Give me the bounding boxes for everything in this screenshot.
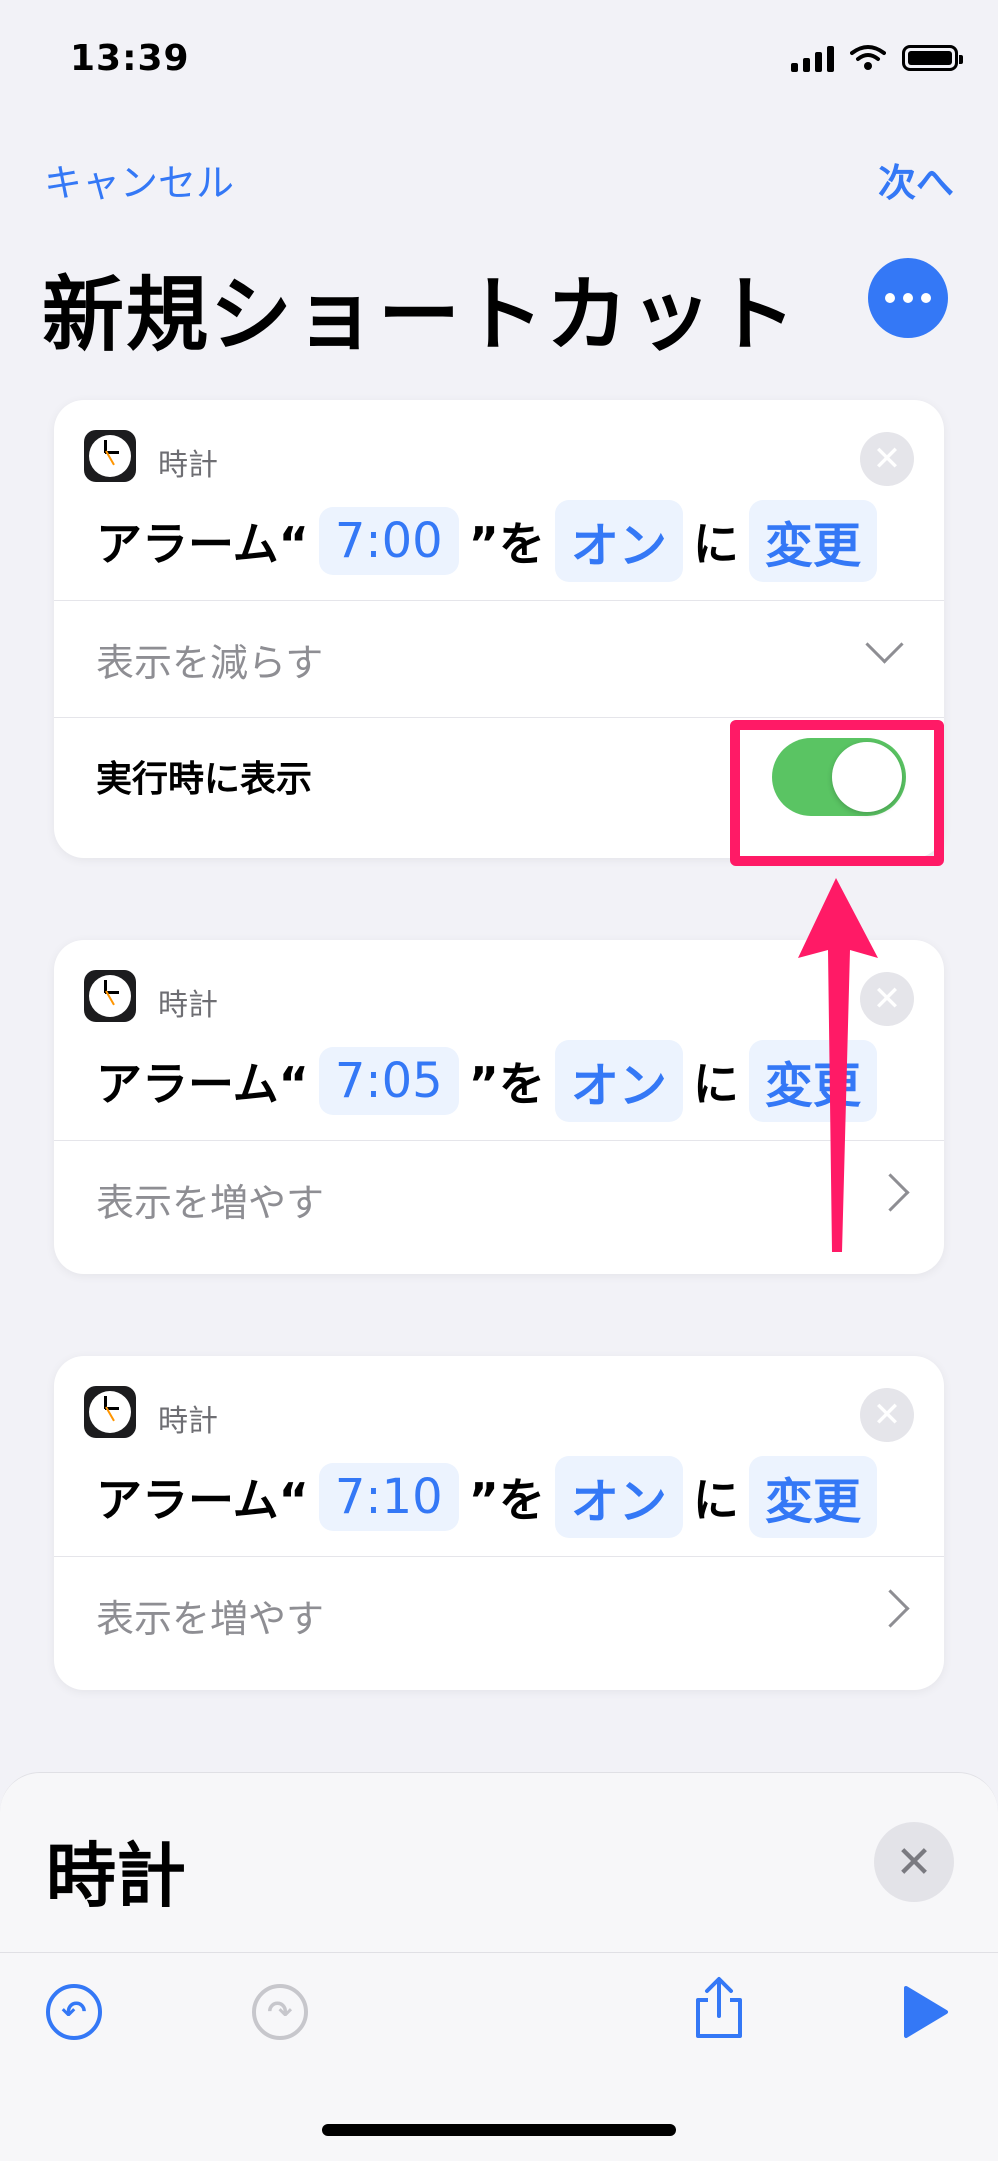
- chevron-down-icon: [865, 625, 904, 664]
- close-icon: ✕: [895, 1836, 933, 1888]
- cancel-button[interactable]: キャンセル: [44, 152, 234, 207]
- app-name: 時計: [158, 448, 218, 483]
- home-indicator: [322, 2124, 676, 2136]
- alarm-time-chip[interactable]: 7:00: [318, 507, 459, 575]
- battery-icon: [902, 45, 963, 71]
- show-less-row[interactable]: 表示を減らす: [54, 600, 944, 717]
- state-chip[interactable]: オン: [554, 500, 683, 582]
- redo-icon: ↷: [267, 1994, 293, 2030]
- close-icon: ✕: [872, 439, 902, 479]
- more-options-button[interactable]: [868, 258, 948, 338]
- action-card-3[interactable]: 時計 ✕ アラーム“ 7:10 ”を オン に 変更 表示を増やす: [54, 1356, 944, 1690]
- signal-icon: [791, 44, 834, 72]
- action-description: アラーム“ 7:10 ”を オン に 変更: [54, 1438, 944, 1556]
- status-time: 13:39: [70, 38, 190, 79]
- chevron-right-icon: [871, 1589, 910, 1628]
- share-button[interactable]: [690, 1974, 748, 2040]
- redo-button[interactable]: ↷: [252, 1984, 308, 2040]
- next-button[interactable]: 次へ: [878, 152, 954, 207]
- wifi-icon: [850, 45, 886, 70]
- run-button[interactable]: [900, 1984, 950, 2040]
- alarm-time-chip[interactable]: 7:05: [318, 1047, 459, 1115]
- remove-action-button[interactable]: ✕: [860, 432, 914, 486]
- status-icons: [791, 44, 963, 72]
- operation-chip[interactable]: 変更: [748, 500, 877, 582]
- app-name: 時計: [158, 988, 218, 1023]
- action-description: アラーム“ 7:00 ”を オン に 変更: [54, 482, 944, 600]
- close-icon: ✕: [872, 1395, 902, 1435]
- state-chip[interactable]: オン: [554, 1456, 683, 1538]
- remove-action-button[interactable]: ✕: [860, 1388, 914, 1442]
- ellipsis-icon: [885, 293, 895, 303]
- page-title: 新規ショートカット: [42, 268, 799, 363]
- annotation-highlight-box: [730, 720, 944, 866]
- sheet-title: 時計: [46, 1835, 186, 1917]
- undo-icon: ↶: [61, 1994, 87, 2030]
- annotation-arrow-icon: [798, 878, 878, 1252]
- app-name: 時計: [158, 1404, 218, 1439]
- alarm-time-chip[interactable]: 7:10: [318, 1463, 459, 1531]
- clock-app-icon: [84, 1386, 136, 1438]
- undo-button[interactable]: ↶: [46, 1984, 102, 2040]
- clock-app-icon: [84, 430, 136, 482]
- clock-app-icon: [84, 970, 136, 1022]
- show-more-row[interactable]: 表示を増やす: [54, 1556, 944, 1673]
- operation-chip[interactable]: 変更: [748, 1456, 877, 1538]
- sheet-close-button[interactable]: ✕: [874, 1822, 954, 1902]
- state-chip[interactable]: オン: [554, 1040, 683, 1122]
